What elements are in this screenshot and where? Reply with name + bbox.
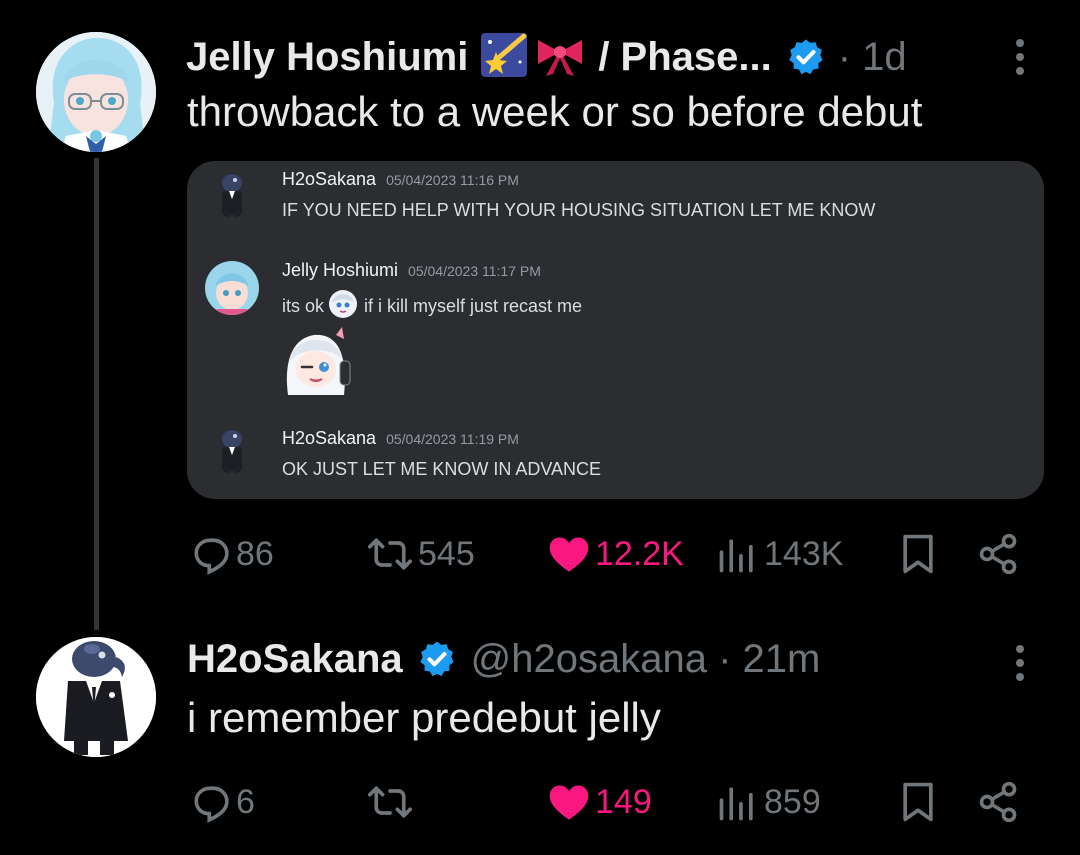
reply-button[interactable]: 86 <box>188 532 274 576</box>
bookmark-button[interactable] <box>896 532 940 576</box>
verified-badge-icon <box>786 37 826 77</box>
handle-and-time[interactable]: @h2osakana · 21m <box>471 637 821 682</box>
message-text: its ok if i kill myself just recast me <box>282 289 582 324</box>
display-name[interactable]: H2oSakana <box>187 637 403 682</box>
like-button[interactable]: 149 <box>547 780 652 824</box>
share-icon <box>976 780 1020 824</box>
fish-suit-avatar-icon <box>209 171 255 217</box>
bookmark-button[interactable] <box>896 780 940 824</box>
message-time: 05/04/2023 11:16 PM <box>386 172 519 188</box>
views-icon <box>716 780 760 824</box>
verified-badge-icon <box>417 639 457 679</box>
reply-count: 86 <box>236 534 274 573</box>
display-name-suffix[interactable]: / Phase... <box>598 35 771 80</box>
ribbon-icon <box>534 32 586 83</box>
reply-button[interactable]: 6 <box>188 780 255 824</box>
repost-icon <box>366 780 414 824</box>
reply-icon <box>188 780 232 824</box>
more-options-icon[interactable] <box>1016 645 1024 681</box>
views-button[interactable]: 859 <box>716 780 821 824</box>
message-author: Jelly Hoshiumi <box>282 260 399 280</box>
bookmark-icon <box>896 780 940 824</box>
repost-count: 545 <box>418 534 475 573</box>
views-count: 859 <box>764 782 821 821</box>
tweet-header: H2oSakana @h2osakana · 21m <box>187 632 820 686</box>
jelly-avatar-icon <box>205 261 259 315</box>
views-count: 143K <box>764 534 844 573</box>
reply-icon <box>188 532 232 576</box>
message-author: H2oSakana <box>282 169 377 189</box>
avatar-jelly[interactable] <box>36 32 156 152</box>
avatar-h2osakana[interactable] <box>36 637 156 757</box>
tweet-header: Jelly Hoshiumi / Phase... · 1d <box>186 30 907 84</box>
share-button[interactable] <box>976 532 1020 576</box>
message-text: OK JUST LET ME KNOW IN ADVANCE <box>282 459 602 479</box>
reply-count: 6 <box>236 782 255 821</box>
like-count: 12.2K <box>595 534 684 573</box>
message-text: IF YOU NEED HELP WITH YOUR HOUSING SITUA… <box>282 200 876 220</box>
message-time: 05/04/2023 11:17 PM <box>408 263 541 279</box>
thread-line <box>94 158 99 630</box>
discord-message-header: H2oSakana 05/04/2023 11:16 PM <box>282 169 519 190</box>
fish-suit-avatar-icon <box>209 427 255 473</box>
embedded-image[interactable]: H2oSakana 05/04/2023 11:16 PM IF YOU NEE… <box>187 161 1044 499</box>
share-icon <box>976 532 1020 576</box>
heart-icon <box>547 780 591 824</box>
tweet-text: i remember predebut jelly <box>187 694 661 741</box>
share-button[interactable] <box>976 780 1020 824</box>
anime-sticker-icon <box>280 325 352 400</box>
discord-message-header: Jelly Hoshiumi 05/04/2023 11:17 PM <box>282 260 541 281</box>
repost-button[interactable] <box>366 780 414 824</box>
post-time[interactable]: · 1d <box>838 35 907 80</box>
discord-message-header: H2oSakana 05/04/2023 11:19 PM <box>282 428 519 449</box>
anime-emoji-icon <box>328 289 358 324</box>
heart-icon <box>547 532 591 576</box>
views-icon <box>716 532 760 576</box>
fish-suit-avatar-icon <box>36 637 156 757</box>
tweet-text: throwback to a week or so before debut <box>187 88 923 135</box>
display-name[interactable]: Jelly Hoshiumi <box>186 35 468 80</box>
like-button[interactable]: 12.2K <box>547 532 684 576</box>
repost-icon <box>366 532 414 576</box>
bookmark-icon <box>896 532 940 576</box>
views-button[interactable]: 143K <box>716 532 843 576</box>
message-author: H2oSakana <box>282 428 377 448</box>
shooting-star-icon <box>480 32 528 83</box>
anime-girl-avatar-icon <box>36 32 156 152</box>
more-options-icon[interactable] <box>1016 39 1024 75</box>
like-count: 149 <box>595 782 652 821</box>
repost-button[interactable]: 545 <box>366 532 475 576</box>
message-time: 05/04/2023 11:19 PM <box>386 431 519 447</box>
